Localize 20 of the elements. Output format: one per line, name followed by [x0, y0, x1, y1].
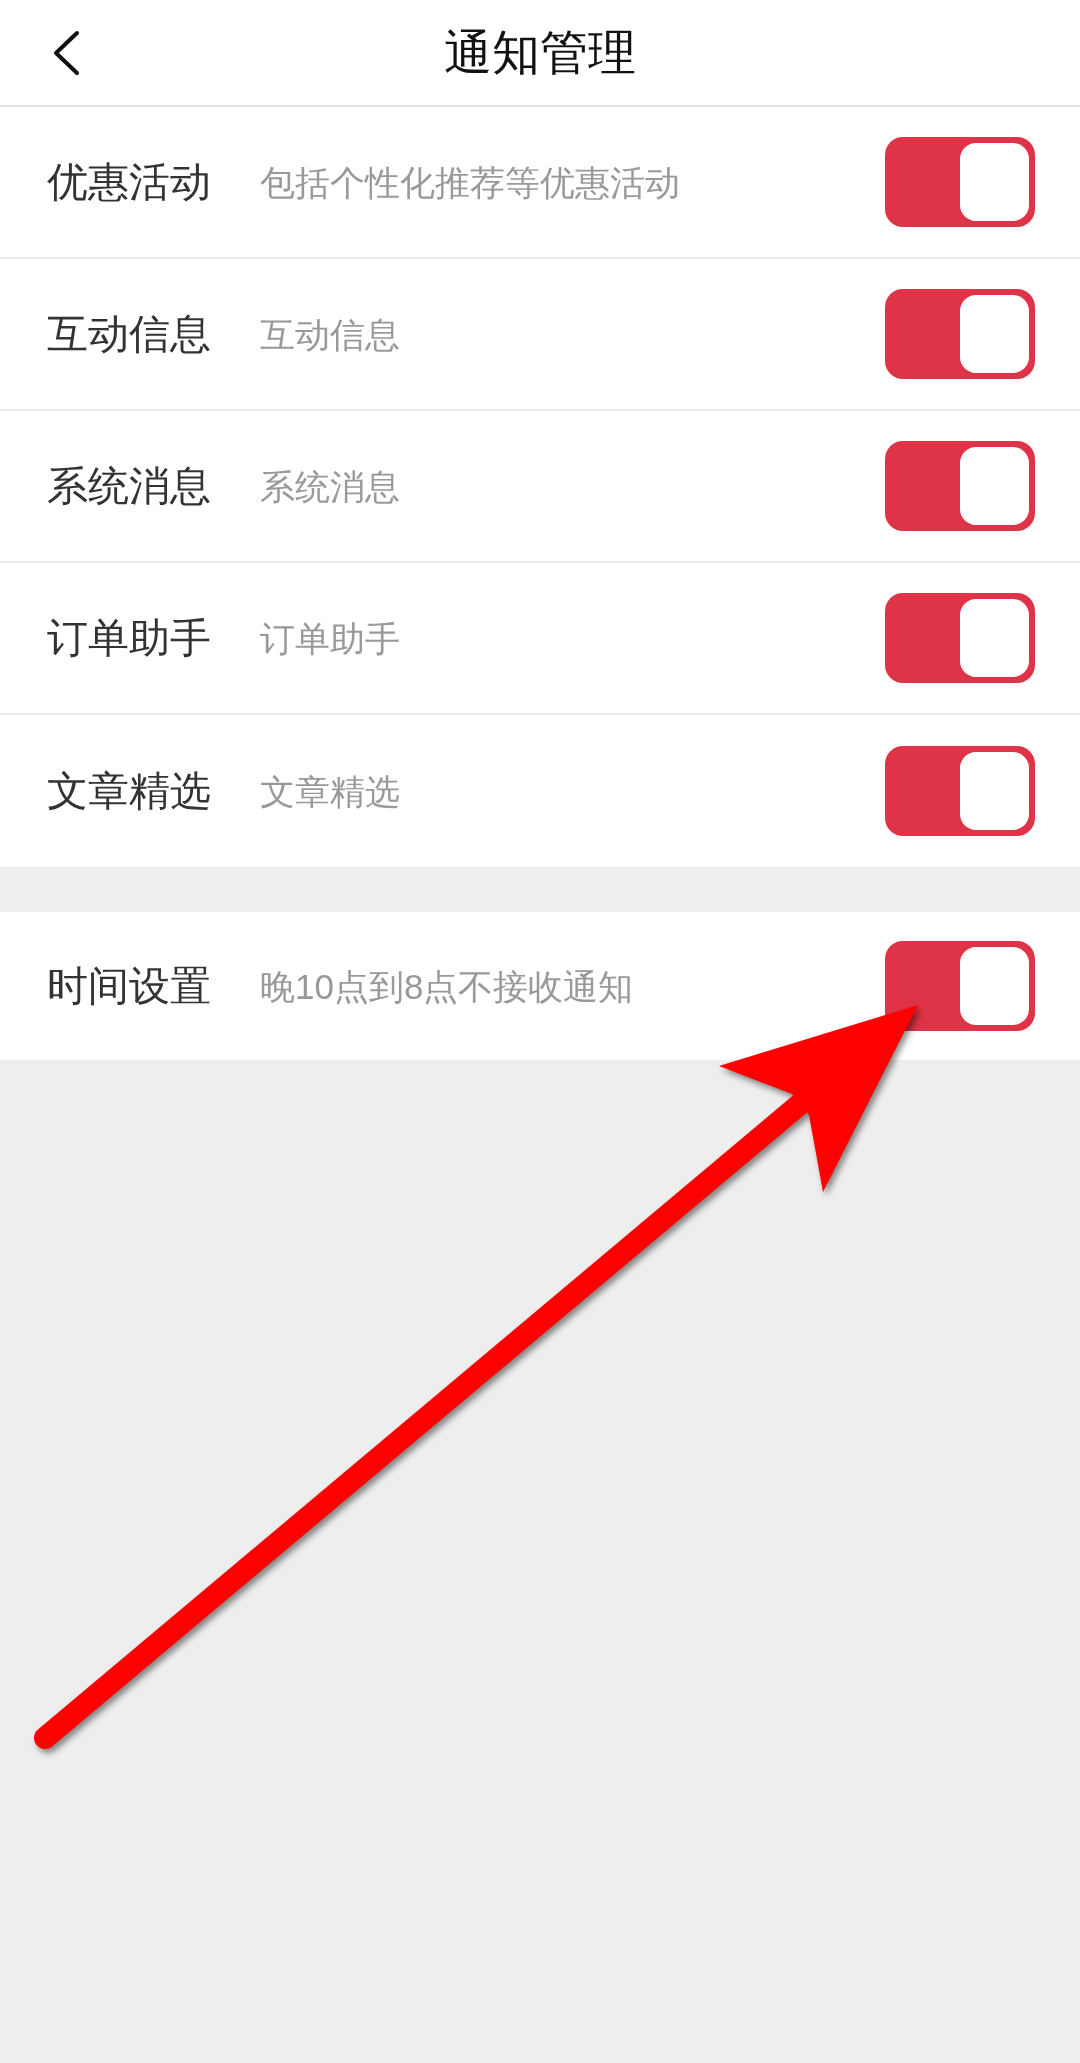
toggle-switch[interactable] [885, 289, 1035, 379]
setting-description: 订单助手 [260, 620, 400, 656]
setting-label: 时间设置 [47, 965, 211, 1007]
setting-label: 文章精选 [47, 770, 211, 812]
setting-label: 优惠活动 [47, 161, 211, 203]
page-title: 通知管理 [444, 28, 636, 77]
setting-description: 互动信息 [260, 316, 400, 352]
setting-label: 系统消息 [47, 465, 211, 507]
toggle-switch[interactable] [885, 941, 1035, 1031]
setting-description: 文章精选 [260, 773, 400, 809]
setting-label: 订单助手 [47, 617, 211, 659]
toggle-switch[interactable] [885, 593, 1035, 683]
toggle-switch[interactable] [885, 746, 1035, 836]
back-icon[interactable] [52, 29, 80, 76]
setting-label: 互动信息 [47, 313, 211, 355]
setting-description: 系统消息 [260, 468, 400, 504]
setting-description: 晚10点到8点不接收通知 [260, 968, 634, 1004]
toggle-switch[interactable] [885, 441, 1035, 531]
setting-description: 包括个性化推荐等优惠活动 [260, 164, 680, 200]
toggle-switch[interactable] [885, 137, 1035, 227]
